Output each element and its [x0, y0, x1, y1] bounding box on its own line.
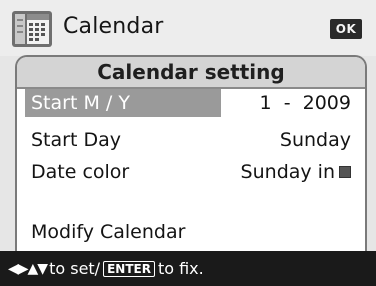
menu-item-modify-calendar[interactable]: Modify Calendar	[31, 218, 351, 246]
help-bar: ◀▶▲▼ to set/ ENTER to fix.	[0, 251, 376, 286]
start-day-value: Sunday	[279, 129, 351, 151]
help-text-fix: to fix.	[157, 259, 204, 278]
header-bar: Calendar OK	[0, 0, 376, 56]
ok-button[interactable]: OK	[330, 19, 362, 39]
start-month-year-value: 1 - 2009	[259, 92, 351, 114]
menu-item-label: Date color	[31, 161, 130, 183]
enter-key-icon: ENTER	[103, 260, 155, 277]
arrow-keys-icon: ◀▶▲▼	[8, 260, 48, 277]
menu-item-label: Start Day	[31, 129, 121, 151]
calendar-icon	[12, 11, 52, 47]
page-title: Calendar	[63, 14, 164, 39]
menu-item-label: Start M / Y	[31, 92, 130, 114]
help-text-set: to set/	[49, 259, 101, 278]
panel-title: Calendar setting	[17, 57, 365, 89]
menu-item-date-color[interactable]: Date color Sunday in	[31, 158, 351, 186]
date-color-value: Sunday in	[240, 161, 335, 183]
menu-item-label: Modify Calendar	[31, 221, 186, 243]
color-swatch-icon	[339, 166, 351, 178]
menu-item-start-day[interactable]: Start Day Sunday	[31, 126, 351, 154]
menu-item-start-month-year[interactable]: Start M / Y 1 - 2009	[31, 89, 351, 117]
date-color-value-group: Sunday in	[241, 161, 351, 183]
